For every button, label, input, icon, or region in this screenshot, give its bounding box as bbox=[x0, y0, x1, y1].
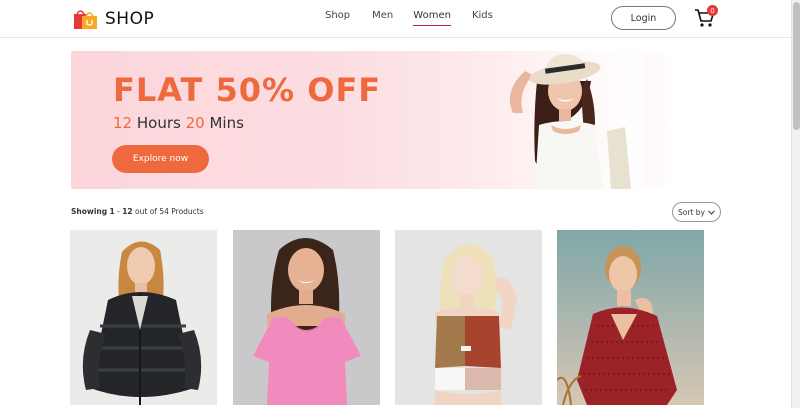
sort-by-button[interactable]: Sort by bbox=[672, 202, 721, 222]
product-image bbox=[557, 230, 704, 405]
product-image bbox=[233, 230, 380, 405]
promo-title: FLAT 50% OFF bbox=[113, 71, 382, 109]
timer-hours: 12 bbox=[113, 114, 133, 132]
promo-timer: 12 Hours 20 Mins bbox=[113, 114, 244, 132]
cart-count-badge: 0 bbox=[707, 5, 718, 16]
sort-by-label: Sort by bbox=[678, 207, 705, 217]
results-count: Showing 1 - 12 out of 54 Products bbox=[71, 207, 204, 216]
out-of-label: out of bbox=[135, 207, 157, 216]
products-label: Products bbox=[171, 207, 204, 216]
product-image bbox=[395, 230, 542, 405]
scrollbar-thumb[interactable] bbox=[793, 2, 800, 130]
page: SHOP Shop Men Women Kids Login 0 FLAT 50… bbox=[0, 0, 800, 408]
site-header: SHOP Shop Men Women Kids Login 0 bbox=[0, 0, 791, 38]
chevron-down-icon bbox=[708, 208, 715, 217]
timer-mins: 20 bbox=[185, 114, 205, 132]
product-card[interactable] bbox=[557, 230, 704, 405]
range-end: 12 bbox=[122, 207, 133, 216]
nav-item-shop[interactable]: Shop bbox=[325, 10, 350, 21]
logo-text: SHOP bbox=[105, 9, 155, 29]
showing-label: Showing bbox=[71, 207, 108, 216]
product-image bbox=[70, 230, 217, 405]
page-scrollbar[interactable] bbox=[791, 0, 800, 408]
product-card[interactable] bbox=[70, 230, 217, 405]
logo[interactable]: SHOP bbox=[74, 8, 154, 30]
banner-model-image bbox=[495, 51, 670, 189]
range-start: 1 bbox=[109, 207, 115, 216]
timer-hours-label: Hours bbox=[136, 114, 181, 132]
timer-mins-label: Mins bbox=[209, 114, 244, 132]
nav-item-men[interactable]: Men bbox=[372, 10, 393, 21]
login-button[interactable]: Login bbox=[611, 6, 676, 30]
product-card[interactable] bbox=[395, 230, 542, 405]
product-card[interactable] bbox=[233, 230, 380, 405]
main-nav: Shop Men Women Kids bbox=[318, 10, 493, 26]
nav-item-kids[interactable]: Kids bbox=[472, 10, 493, 21]
total-count: 54 bbox=[159, 207, 169, 216]
explore-now-button[interactable]: Explore now bbox=[112, 145, 209, 173]
nav-item-women[interactable]: Women bbox=[413, 10, 451, 26]
shopping-bag-icon bbox=[74, 8, 99, 30]
